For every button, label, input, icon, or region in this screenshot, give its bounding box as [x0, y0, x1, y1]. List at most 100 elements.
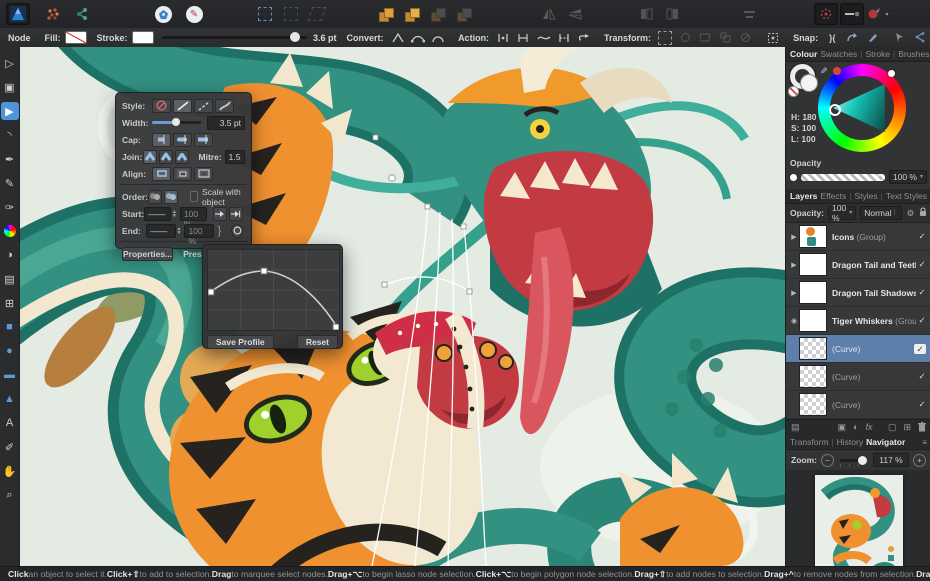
tab-effects[interactable]: Effects: [820, 191, 846, 201]
layer-row-curve-5[interactable]: (Curve) ✓: [786, 363, 930, 391]
layer-thumbnail[interactable]: [799, 309, 827, 332]
zoom-value[interactable]: 117 %: [873, 453, 909, 467]
layer-visibility-checkbox[interactable]: ✓: [916, 371, 928, 382]
pencil-tool[interactable]: ✎: [1, 174, 19, 192]
mirror-ends-button[interactable]: [228, 206, 243, 221]
move-tool[interactable]: ▷: [1, 54, 19, 72]
fill-colour-dot[interactable]: [800, 74, 818, 92]
zoom-in-button[interactable]: +: [913, 453, 926, 467]
delete-layer-icon[interactable]: [918, 421, 926, 434]
canvas[interactable]: Style: Width: 3.5 pt Cap: Join: Mitre: 1…: [20, 47, 785, 566]
zoom-out-button[interactable]: −: [820, 453, 834, 467]
end-stepper[interactable]: ▲ ▼: [177, 226, 182, 235]
tab-brushes[interactable]: Brushes: [898, 49, 929, 59]
no-colour-icon[interactable]: [788, 86, 799, 97]
place-document-button[interactable]: [151, 3, 175, 25]
style-none-button[interactable]: [152, 98, 171, 113]
align-outside-button[interactable]: [194, 166, 213, 181]
layers-opacity-dropdown[interactable]: 100 % ▾: [828, 203, 857, 223]
join-round-button[interactable]: [158, 149, 173, 164]
triangle-tool[interactable]: ▲: [1, 390, 19, 408]
opacity-min-knob[interactable]: [790, 173, 797, 181]
convert-arc-button[interactable]: [429, 31, 447, 45]
convert-sharp-button[interactable]: [389, 31, 407, 45]
start-stepper[interactable]: ▲ ▼: [172, 209, 177, 218]
place-image-tool[interactable]: ▤: [1, 270, 19, 288]
transform-rotate-button[interactable]: [676, 31, 694, 45]
preview-mode-button[interactable]: ▾: [866, 3, 890, 25]
tab-history[interactable]: History: [837, 437, 863, 447]
zoom-tool[interactable]: ⌕: [1, 486, 19, 504]
layer-visibility-checkbox[interactable]: ✓: [914, 343, 926, 354]
colour-picker-tool[interactable]: [1, 222, 19, 240]
style-brush-button[interactable]: [215, 98, 234, 113]
tab-colour[interactable]: Colour: [790, 49, 817, 59]
snap-curves-button[interactable]: }(: [823, 31, 841, 45]
opacity-value-dropdown[interactable]: 100 % ▾: [888, 170, 927, 184]
snapping-toggle-button[interactable]: [814, 3, 838, 25]
crop-tool[interactable]: ⊞: [1, 294, 19, 312]
adjustment-layer-icon[interactable]: ◐: [853, 422, 858, 433]
cap-butt-button[interactable]: [152, 132, 171, 147]
fill-gradient-tool[interactable]: ◑: [1, 246, 19, 264]
join-miter-button[interactable]: [142, 149, 157, 164]
expand-icon[interactable]: ▶: [789, 261, 799, 269]
action-close-curve-button[interactable]: [514, 31, 532, 45]
order-behind-button[interactable]: [147, 189, 162, 204]
expand-icon[interactable]: ▶: [789, 289, 799, 297]
edit-document-button[interactable]: ✎: [182, 3, 206, 25]
hue-marker[interactable]: [888, 70, 895, 77]
stroke-swatch[interactable]: [131, 31, 154, 44]
layer-thumbnail[interactable]: [799, 281, 827, 304]
reset-button[interactable]: Reset: [296, 335, 338, 349]
align-center-button[interactable]: [152, 166, 171, 181]
transform-origin-button[interactable]: [764, 31, 782, 45]
save-profile-button[interactable]: Save Profile: [207, 335, 274, 349]
layer-thumbnail[interactable]: [799, 253, 827, 276]
transform-mode-button[interactable]: [305, 3, 329, 25]
align-inside-button[interactable]: [173, 166, 192, 181]
flip-vertical-button[interactable]: [563, 3, 587, 25]
tab-navigator[interactable]: Navigator: [866, 437, 905, 447]
start-style-dropdown[interactable]: ——: [144, 206, 171, 221]
select-all-button[interactable]: [253, 3, 277, 25]
group-layers-icon[interactable]: ⊞: [903, 422, 911, 434]
layer-row-dragon-tail-shadows[interactable]: ▶ Dragon Tail Shadows (Group)✓: [786, 279, 930, 307]
layer-effects-icon[interactable]: fx: [865, 422, 872, 433]
layer-row-curve-6[interactable]: (Curve) ✓: [786, 391, 930, 419]
snap-rotate-button[interactable]: [843, 31, 861, 45]
layer-thumbnail[interactable]: [799, 393, 827, 416]
layer-row-dragon-tail-and-teeth-shine[interactable]: ▶ Dragon Tail and Teeth Shine (Group)✓: [786, 251, 930, 279]
snap-pen-button[interactable]: [864, 31, 882, 45]
transform-reset-button[interactable]: [737, 31, 755, 45]
export-persona-button[interactable]: [70, 3, 94, 25]
layer-row-icons[interactable]: ▶ Icons (Group) ✓: [786, 223, 930, 251]
move-forward-button[interactable]: [400, 3, 424, 25]
move-to-front-button[interactable]: [374, 3, 398, 25]
tab-styles[interactable]: Styles: [854, 191, 877, 201]
transform-scale-button[interactable]: [717, 31, 735, 45]
snap-construction-button[interactable]: [911, 31, 929, 45]
move-backward-button[interactable]: [426, 3, 450, 25]
picked-colour-swatch[interactable]: [833, 67, 841, 75]
pressure-curve-editor[interactable]: [207, 249, 340, 331]
order-front-button[interactable]: [163, 189, 178, 204]
join-bevel-button[interactable]: [174, 149, 189, 164]
fill-swatch[interactable]: [64, 31, 87, 44]
opacity-slider[interactable]: [801, 173, 885, 181]
tab-transform[interactable]: Transform: [790, 437, 828, 447]
end-scale-dropdown[interactable]: 100 %: [184, 223, 214, 246]
collapse-icon[interactable]: ◉: [789, 317, 799, 325]
eyedropper-icon[interactable]: ✎: [817, 67, 828, 75]
lock-icon[interactable]: [919, 207, 927, 219]
layer-visibility-checkbox[interactable]: ✓: [916, 259, 928, 270]
end-style-dropdown[interactable]: ——: [146, 223, 176, 238]
swap-ends-button[interactable]: [212, 206, 227, 221]
width-value[interactable]: 3.5 pt: [207, 115, 245, 130]
tab-text-styles[interactable]: Text Styles: [886, 191, 927, 201]
layer-visibility-checkbox[interactable]: ✓: [916, 399, 928, 410]
pen-tool[interactable]: ✒: [1, 150, 19, 168]
mitre-value[interactable]: 1.5: [224, 149, 245, 164]
mask-layer-icon[interactable]: ▣: [838, 422, 847, 433]
saturation-marker[interactable]: [829, 104, 841, 116]
